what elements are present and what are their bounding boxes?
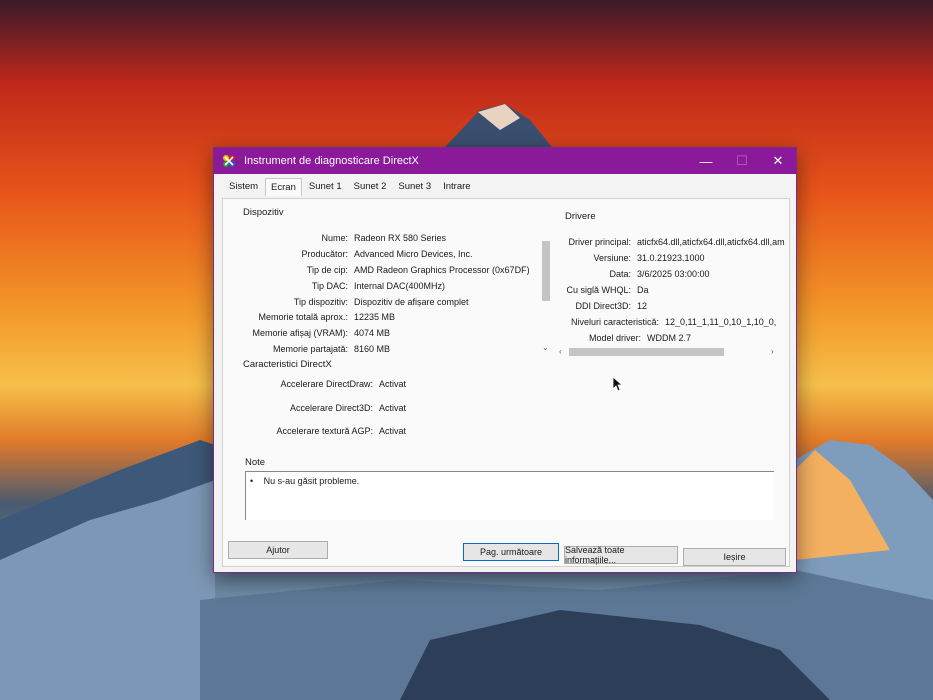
chevron-left-icon[interactable]: ‹ <box>559 347 562 356</box>
driver-label: Model driver: <box>588 333 641 343</box>
driver-value: Da <box>637 285 649 295</box>
driver-label: Niveluri caracteristică: <box>570 317 659 327</box>
directx-label: Accelerare Direct3D: <box>289 403 373 413</box>
save-all-button[interactable]: Salvează toate informațiile... <box>564 545 678 565</box>
notes-section-title: Note <box>245 457 266 468</box>
directx-value: Activat <box>379 379 407 389</box>
tab-sistem[interactable]: Sistem <box>224 178 263 196</box>
next-page-button[interactable]: Pag. următoare <box>463 543 559 561</box>
directx-diagnostic-window: Instrument de diagnosticare DirectX — ☐ … <box>213 147 797 573</box>
window-title: Instrument de diagnosticare DirectX <box>244 155 419 167</box>
notes-box[interactable]: • Nu s-au găsit probleme. <box>245 471 774 520</box>
close-button[interactable]: ✕ <box>760 148 796 174</box>
scrollbar-thumb[interactable] <box>569 348 724 356</box>
minimize-button[interactable]: — <box>688 148 724 174</box>
directx-app-icon <box>223 155 235 167</box>
driver-row-feature-levels: Niveluri caracteristică: 12_0,11_1,11_0,… <box>559 317 789 327</box>
directx-row-agp: Accelerare textură AGP: Activat <box>223 426 406 436</box>
driver-value: aticfx64.dll,aticfx64.dll,aticfx64.dll,a… <box>637 237 785 247</box>
tab-sunet-2[interactable]: Sunet 2 <box>349 178 392 196</box>
note-text: Nu s-au găsit probleme. <box>263 476 360 486</box>
driver-value: 12_0,11_1,11_0,10_1,10_0, <box>665 317 777 327</box>
driver-row-main: Driver principal: aticfx64.dll,aticfx64.… <box>559 237 789 247</box>
exit-button[interactable]: Ieșire <box>683 548 786 566</box>
driver-row-version: Versiune: 31.0.21923.1000 <box>559 253 705 263</box>
driver-row-model: Model driver: WDDM 2.7 <box>559 333 691 343</box>
driver-row-whql: Cu siglă WHQL: Da <box>559 285 649 295</box>
bullet-icon: • <box>250 476 254 486</box>
directx-row-direct3d: Accelerare Direct3D: Activat <box>223 403 406 413</box>
tab-ecran[interactable]: Ecran <box>265 178 302 196</box>
mouse-cursor-icon <box>612 376 622 392</box>
driver-value: WDDM 2.7 <box>647 333 692 343</box>
directx-value: Activat <box>379 403 407 413</box>
directx-section-title: Caracteristici DirectX <box>243 359 332 370</box>
tab-intrare[interactable]: Intrare <box>438 178 475 196</box>
directx-value: Activat <box>379 426 407 436</box>
drivers-horizontal-scrollbar[interactable]: ‹ › <box>559 347 779 357</box>
driver-label: Data: <box>609 269 631 279</box>
title-bar[interactable]: Instrument de diagnosticare DirectX — ☐ … <box>214 148 796 174</box>
list-item: • Nu s-au găsit probleme. <box>250 476 359 486</box>
tab-strip: Sistem Ecran Sunet 1 Sunet 2 Sunet 3 Int… <box>224 178 478 196</box>
display-tab-panel: Dispozitiv Nume: Radeon RX 580 Series Pr… <box>222 198 790 567</box>
directx-row-directdraw: Accelerare DirectDraw: Activat <box>223 379 406 389</box>
maximize-button[interactable]: ☐ <box>724 148 760 174</box>
driver-label: Driver principal: <box>568 237 631 247</box>
driver-label: Cu siglă WHQL: <box>566 285 631 295</box>
driver-row-ddi: DDI Direct3D: 12 <box>559 301 647 311</box>
driver-row-date: Data: 3/6/2025 03:00:00 <box>559 269 710 279</box>
tab-sunet-3[interactable]: Sunet 3 <box>393 178 436 196</box>
driver-value: 3/6/2025 03:00:00 <box>637 269 710 279</box>
directx-label: Accelerare textură AGP: <box>276 426 373 436</box>
driver-label: Versiune: <box>593 253 631 263</box>
directx-label: Accelerare DirectDraw: <box>280 379 373 389</box>
driver-value: 31.0.21923.1000 <box>637 253 705 263</box>
tab-sunet-1[interactable]: Sunet 1 <box>304 178 347 196</box>
driver-value: 12 <box>637 301 648 311</box>
help-button[interactable]: Ajutor <box>228 541 328 559</box>
chevron-right-icon[interactable]: › <box>771 347 774 356</box>
driver-label: DDI Direct3D: <box>575 301 631 311</box>
